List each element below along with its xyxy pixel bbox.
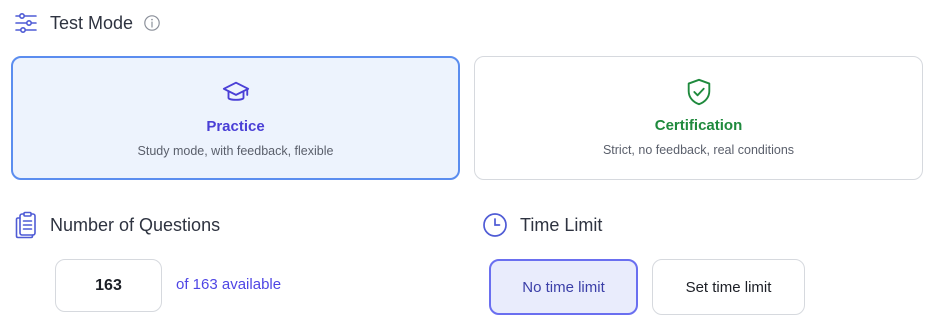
graduation-cap-icon [222, 81, 249, 101]
shield-check-icon [687, 78, 710, 106]
questions-header: Number of Questions [14, 210, 220, 240]
practice-subtitle: Study mode, with feedback, flexible [137, 144, 334, 158]
time-limit-title: Time Limit [520, 214, 603, 235]
questions-title: Number of Questions [50, 214, 221, 235]
certification-title: Certification [654, 117, 743, 134]
available-count-text: of 163 available [176, 276, 282, 293]
practice-title: Practice [206, 118, 265, 135]
certification-mode-card[interactable]: Certification Strict, no feedback, real … [474, 56, 923, 180]
no-time-limit-button[interactable]: No time limit [489, 259, 638, 315]
time-limit-header: Time Limit [482, 210, 602, 240]
clock-icon [483, 213, 507, 237]
certification-subtitle: Strict, no feedback, real conditions [602, 143, 795, 157]
test-mode-header: Test Mode [14, 10, 161, 36]
info-icon[interactable] [143, 14, 161, 32]
practice-mode-card[interactable]: Practice Study mode, with feedback, flex… [11, 56, 460, 180]
sliders-icon [15, 12, 37, 33]
question-count-input[interactable]: 163 [55, 259, 162, 312]
test-settings-panel: Test Mode Practice Study mode, with feed… [0, 0, 936, 322]
clipboard-list-icon [15, 211, 36, 239]
test-mode-title: Test Mode [50, 12, 134, 33]
set-time-limit-button[interactable]: Set time limit [652, 259, 805, 315]
